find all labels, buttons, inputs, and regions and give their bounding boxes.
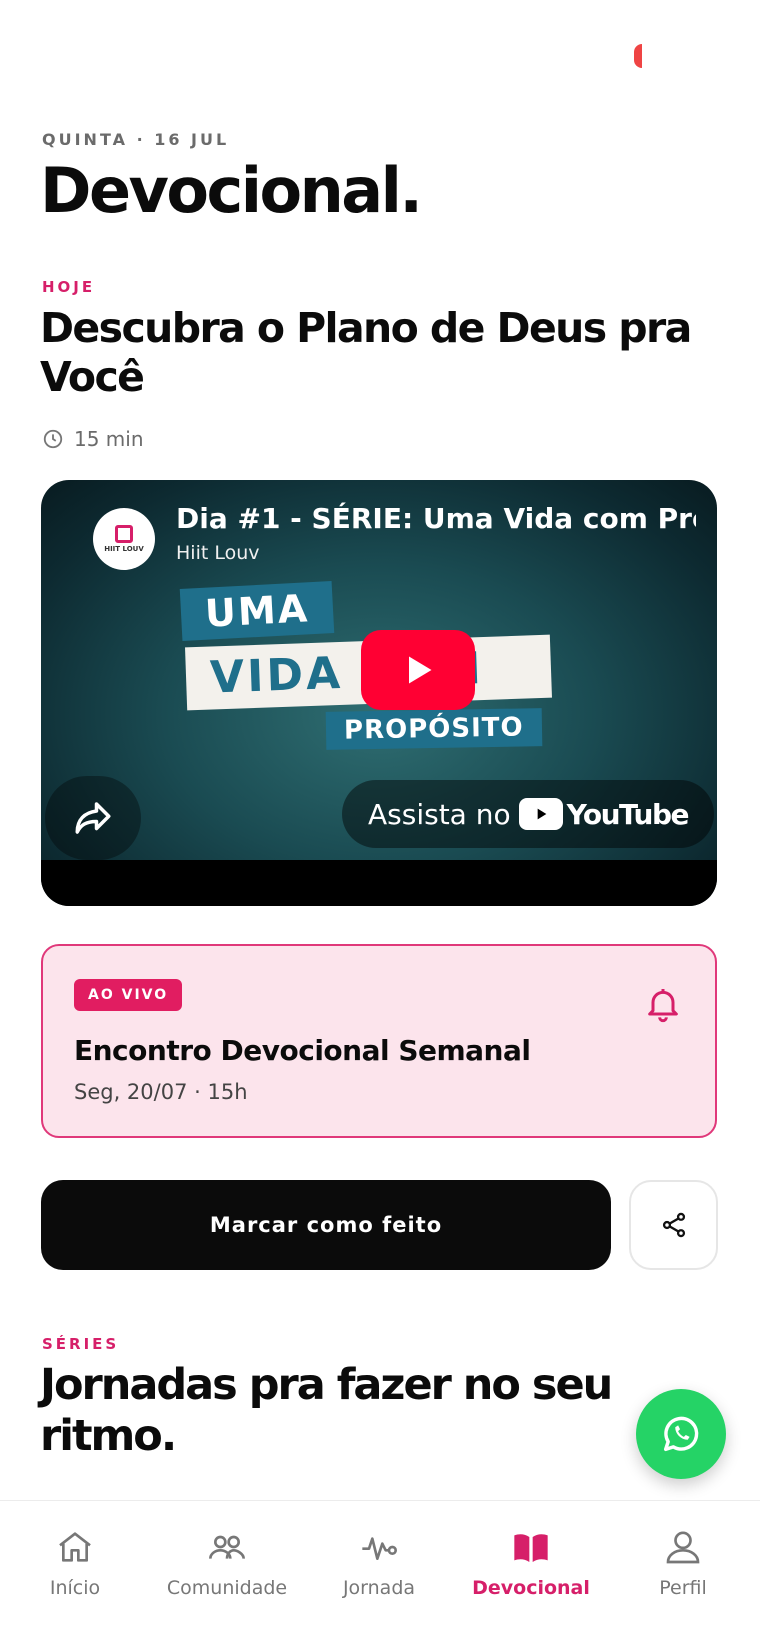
duration: 15 min bbox=[42, 427, 144, 451]
channel-avatar-text: HIIT LOUV bbox=[104, 545, 144, 553]
youtube-logo: YouTube bbox=[518, 797, 690, 831]
user-icon bbox=[666, 1531, 700, 1564]
nav-label: Jornada bbox=[342, 1577, 416, 1599]
live-event-time: Seg, 20/07 · 15h bbox=[74, 1080, 248, 1104]
nav-item-jornada[interactable]: Jornada bbox=[304, 1527, 454, 1599]
share-button[interactable] bbox=[629, 1180, 718, 1270]
whatsapp-icon bbox=[663, 1416, 699, 1452]
users-icon bbox=[209, 1535, 245, 1559]
clock-icon bbox=[43, 429, 63, 449]
series-label: SÉRIES bbox=[42, 1335, 120, 1353]
series-title: Jornadas pra fazer no seu ritmo. bbox=[40, 1360, 613, 1461]
video-bottom-bar bbox=[41, 860, 717, 906]
thumbnail-text-3: PROPÓSITO bbox=[325, 708, 542, 750]
channel-logo-icon bbox=[115, 525, 133, 543]
duration-text: 15 min bbox=[74, 427, 144, 451]
video-channel[interactable]: Hiit Louv bbox=[176, 542, 260, 564]
thumbnail-text-1: UMA bbox=[179, 581, 335, 641]
channel-avatar[interactable]: HIIT LOUV bbox=[93, 508, 155, 570]
home-icon bbox=[59, 1532, 91, 1562]
play-button[interactable] bbox=[361, 630, 475, 710]
page-title: Devocional. bbox=[40, 154, 423, 227]
play-icon bbox=[409, 656, 432, 684]
bell-icon[interactable] bbox=[643, 982, 683, 1026]
pulse-icon bbox=[362, 1537, 397, 1560]
video-title[interactable]: Dia #1 - SÉRIE: Uma Vida com Propósito bbox=[176, 502, 696, 535]
date-label: QUINTA · 16 JUL bbox=[42, 130, 230, 149]
today-label: HOJE bbox=[42, 278, 96, 296]
devotional-title: Descubra o Plano de Deus pra Você bbox=[40, 304, 692, 402]
book-icon bbox=[514, 1534, 548, 1562]
share-icon bbox=[662, 1212, 685, 1238]
nav-item-comunidade[interactable]: Comunidade bbox=[152, 1527, 302, 1599]
live-event-card[interactable]: AO VIVO Encontro Devocional Semanal Seg,… bbox=[41, 944, 717, 1138]
forward-arrow-icon bbox=[75, 802, 111, 834]
whatsapp-button[interactable] bbox=[636, 1389, 726, 1479]
video-player[interactable]: HIIT LOUV Dia #1 - SÉRIE: Uma Vida com P… bbox=[41, 480, 717, 906]
watch-on-youtube-button[interactable]: Assista no YouTube bbox=[342, 780, 714, 848]
nav-label: Perfil bbox=[659, 1577, 707, 1599]
watch-on-label: Assista no bbox=[368, 797, 511, 831]
mark-done-button[interactable]: Marcar como feito bbox=[41, 1180, 611, 1270]
nav-item-inicio[interactable]: Início bbox=[0, 1527, 150, 1599]
nav-item-perfil[interactable]: Perfil bbox=[608, 1527, 758, 1599]
nav-label: Devocional bbox=[472, 1577, 590, 1599]
youtube-wordmark: YouTube bbox=[566, 797, 690, 831]
live-badge: AO VIVO bbox=[74, 979, 183, 1011]
nav-label: Início bbox=[49, 1577, 101, 1599]
bottom-navigation: Início Comunidade Jornada Devocional Per… bbox=[0, 1500, 760, 1651]
nav-label: Comunidade bbox=[166, 1577, 288, 1599]
status-indicator bbox=[634, 44, 642, 68]
video-share-button[interactable] bbox=[45, 776, 141, 860]
nav-item-devocional[interactable]: Devocional bbox=[456, 1527, 606, 1599]
live-event-title: Encontro Devocional Semanal bbox=[74, 1034, 531, 1067]
youtube-play-icon bbox=[518, 798, 563, 830]
